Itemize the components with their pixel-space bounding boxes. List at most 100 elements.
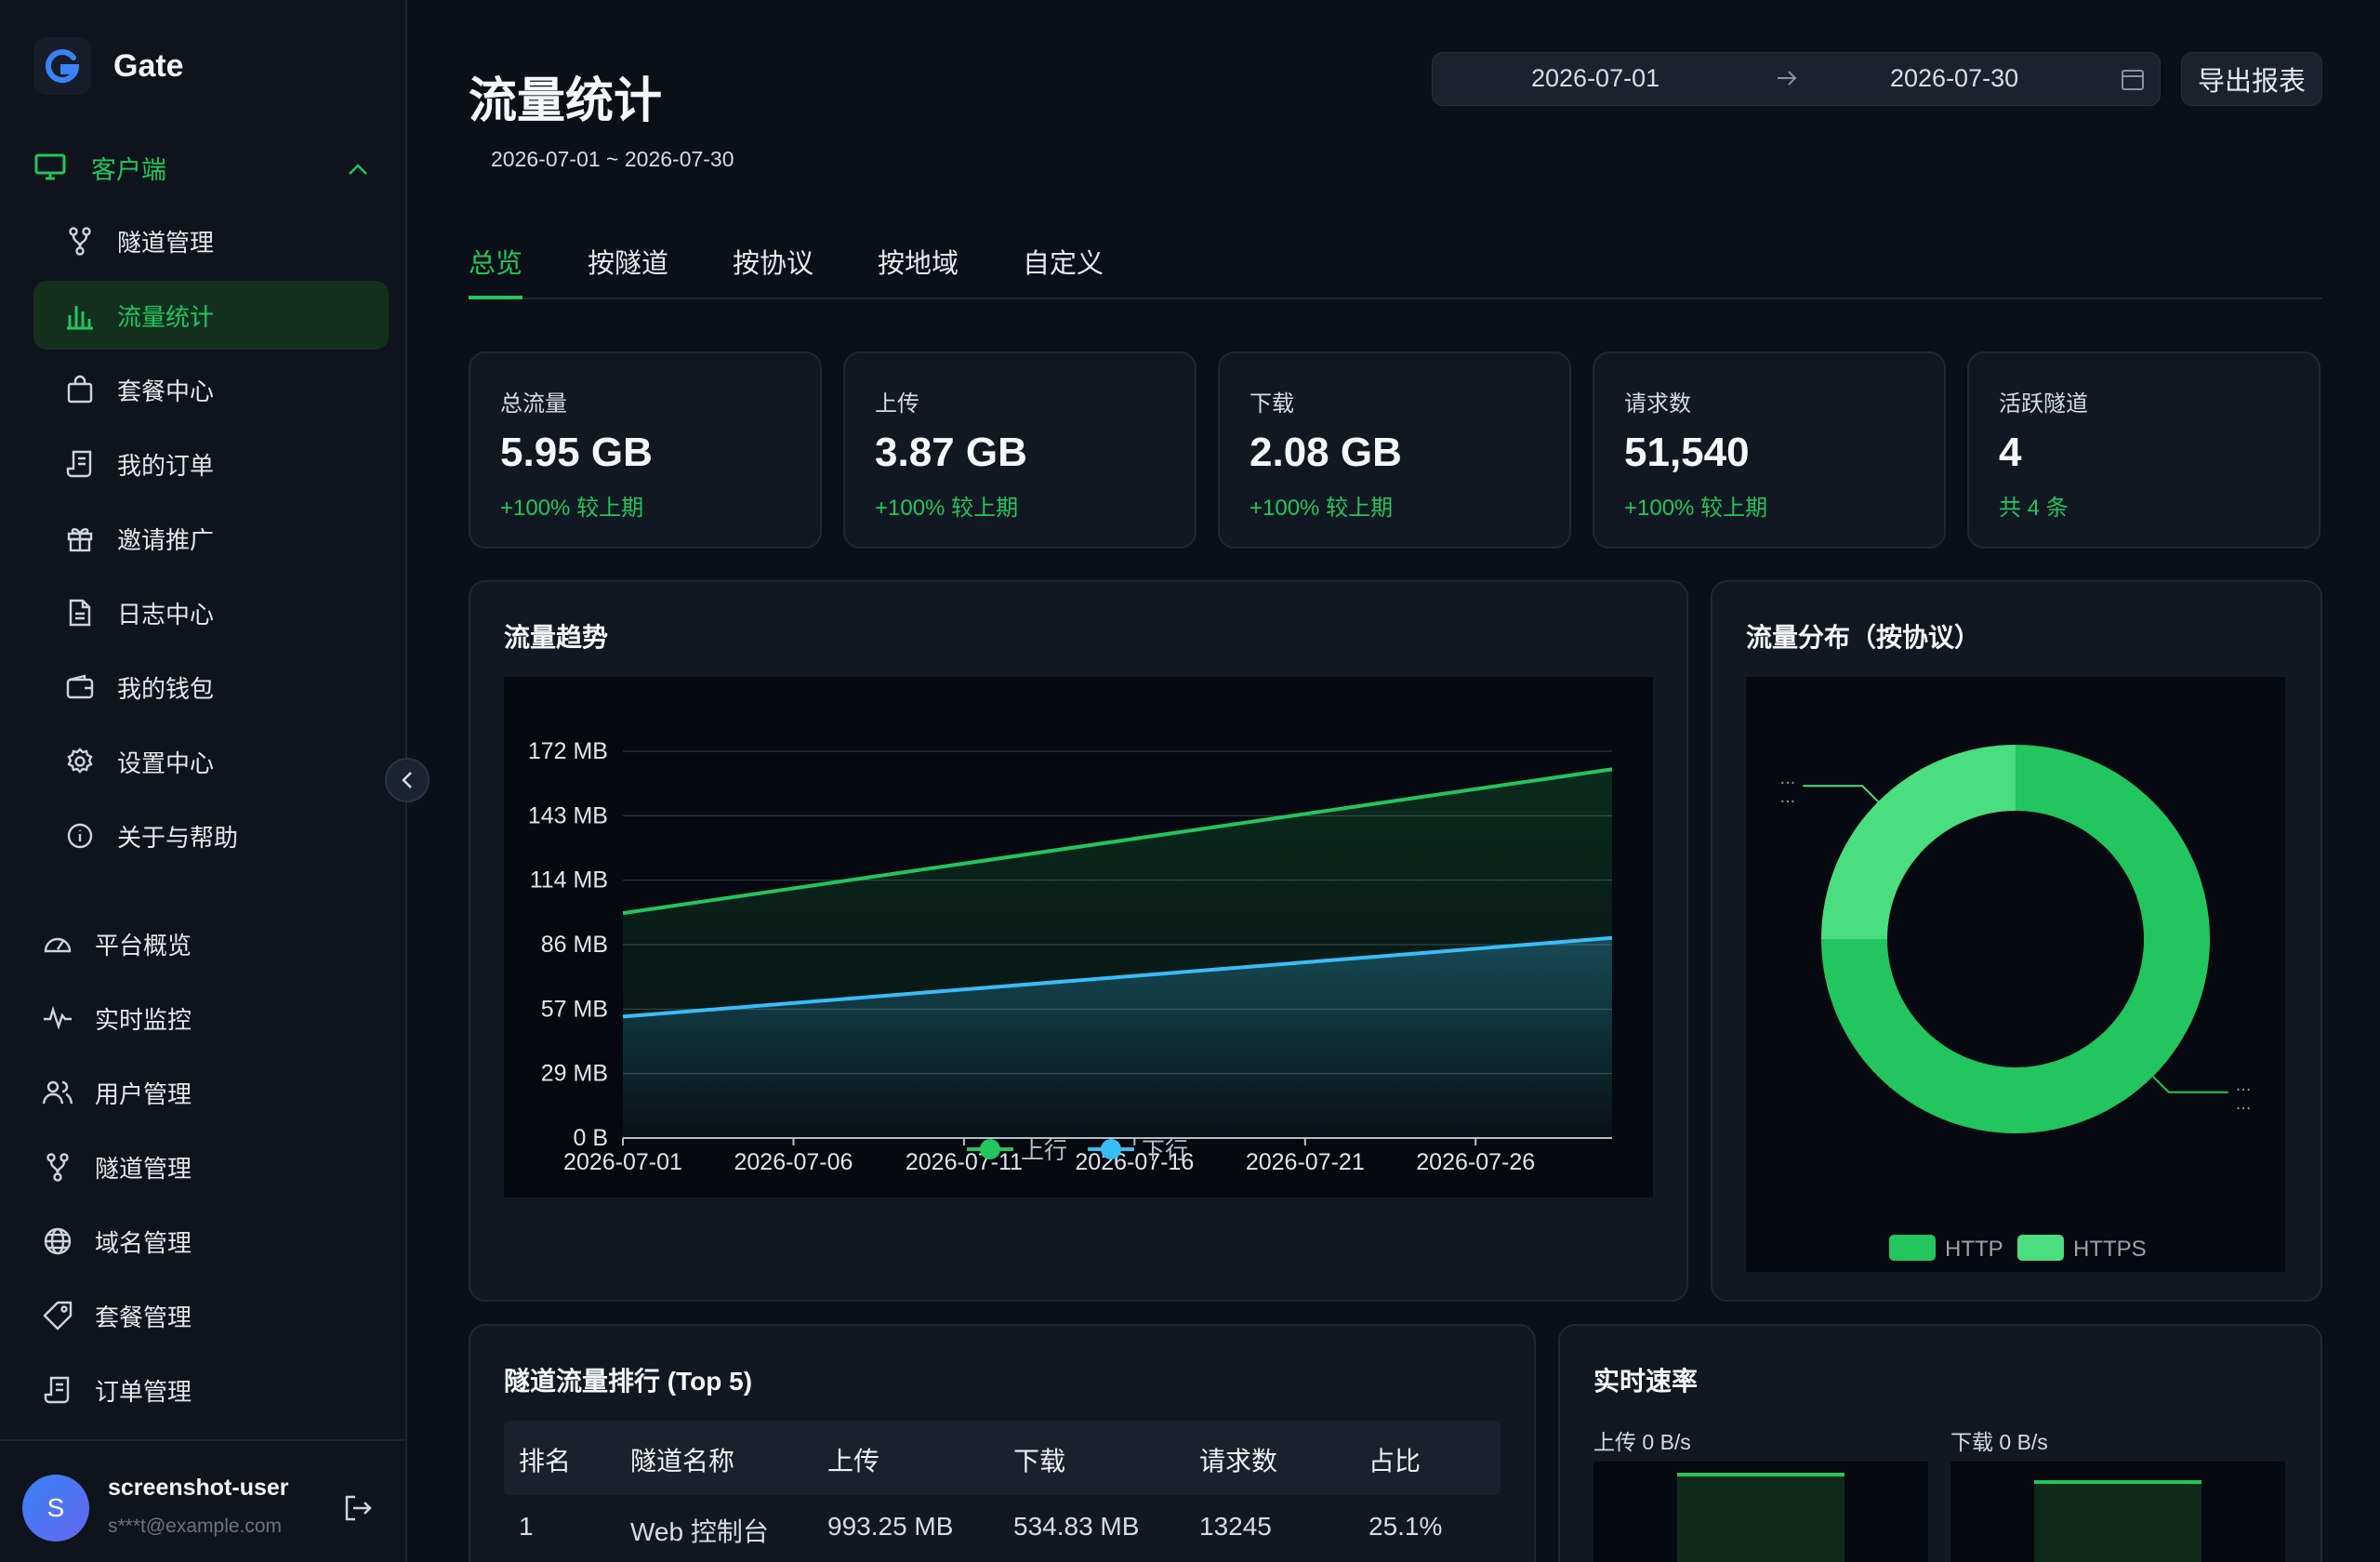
tab-overview[interactable]: 总览 — [469, 242, 523, 299]
legend-label: 上行 — [1021, 1138, 1067, 1164]
sidebar-item-label: 我的订单 — [117, 451, 215, 480]
stat-value: 5.95 GB — [500, 430, 653, 475]
sidebar-item-label: 套餐中心 — [117, 377, 215, 405]
document-icon — [63, 596, 97, 629]
chevron-up-icon — [348, 153, 368, 182]
x-tick-label: 2026-07-21 — [1246, 1149, 1365, 1175]
sidebar-item-7[interactable]: 订单管理 — [33, 1356, 389, 1424]
bag-icon — [63, 373, 97, 406]
panel-title: 流量趋势 — [504, 623, 609, 652]
x-tick-label: 2026-07-06 — [734, 1149, 853, 1175]
gift-icon — [63, 522, 97, 555]
stat-change: +100% 较上期 — [1624, 496, 1768, 521]
sidebar-item-2[interactable]: 实时监控 — [33, 984, 389, 1052]
date-from[interactable]: 2026-07-01 — [1531, 64, 1659, 93]
upload-rate-bar — [1677, 1473, 1844, 1562]
stat-label: 上传 — [875, 391, 919, 417]
export-report-button[interactable]: 导出报表 — [2181, 52, 2322, 106]
sidebar-group-label: 客户端 — [91, 155, 166, 184]
upload-rate-label: 上传 0 B/s — [1593, 1430, 1691, 1454]
leader-line — [2152, 1076, 2228, 1093]
traffic-trend-panel: 流量趋势 0 B 29 MB 57 MB 86 MB 114 MB 143 MB 172 M… — [469, 580, 1688, 1302]
sidebar-item-1[interactable]: 平台概览 — [33, 909, 389, 978]
tunnel-ranking-panel: 隧道流量排行 (Top 5) 排名 隧道名称 上传 下载 请求数 占比 1 We… — [469, 1324, 1536, 1562]
cell-rank: 1 — [519, 1512, 534, 1541]
app-logo[interactable]: Gate — [33, 37, 184, 95]
tab-custom[interactable]: 自定义 — [1023, 242, 1104, 299]
date-range-picker[interactable]: 2026-07-01 2026-07-30 — [1432, 52, 2161, 106]
sidebar-item-label: 流量统计 — [117, 302, 215, 331]
collapse-sidebar-button[interactable] — [385, 758, 430, 802]
wallet-icon — [63, 670, 97, 704]
sidebar-item-4[interactable]: 隧道管理 — [33, 1132, 389, 1201]
sidebar-item-3[interactable]: 用户管理 — [33, 1058, 389, 1127]
column-header[interactable]: 排名 — [519, 1441, 571, 1478]
sidebar-subitem-5[interactable]: 邀请推广 — [33, 504, 389, 573]
stat-card-upload: 上传 3.87 GB +100% 较上期 — [843, 351, 1197, 549]
column-header[interactable]: 占比 — [1368, 1441, 1421, 1478]
receipt-icon — [63, 447, 97, 481]
y-tick-label: 57 MB — [541, 996, 608, 1022]
sidebar-item-6[interactable]: 套餐管理 — [33, 1281, 389, 1350]
stat-label: 请求数 — [1624, 391, 1691, 417]
sidebar-subitem-8[interactable]: 设置中心 — [33, 727, 389, 796]
date-to[interactable]: 2026-07-30 — [1890, 64, 2018, 93]
avatar[interactable]: S — [22, 1475, 89, 1542]
sidebar-item-label: 我的钱包 — [117, 674, 215, 703]
sidebar-item-label: 隧道管理 — [117, 228, 215, 257]
cell-download: 534.83 MB — [1013, 1512, 1140, 1541]
globe-icon — [41, 1224, 74, 1258]
sidebar-subitem-1[interactable]: 隧道管理 — [33, 206, 389, 275]
sidebar-item-label: 套餐管理 — [95, 1303, 192, 1331]
sidebar-item-5[interactable]: 域名管理 — [33, 1207, 389, 1276]
y-tick-label: 86 MB — [541, 932, 608, 958]
protocol-distribution-panel: 流量分布（按协议） ............ HTTP HTTPS — [1711, 580, 2322, 1302]
sidebar-subitem-9[interactable]: 关于与帮助 — [33, 801, 389, 870]
stat-change: +100% 较上期 — [1250, 496, 1394, 521]
column-header[interactable]: 隧道名称 — [630, 1441, 734, 1478]
sidebar-item-label: 邀请推广 — [117, 525, 215, 554]
stat-value: 2.08 GB — [1250, 430, 1402, 475]
stat-card-active-tunnels: 活跃隧道 4 共 4 条 — [1967, 351, 2320, 549]
download-rate-chart — [1950, 1462, 2285, 1562]
sidebar-group-client[interactable]: 客户端 — [33, 141, 377, 193]
tab-by-region[interactable]: 按地域 — [878, 242, 959, 299]
stat-value: 51,540 — [1624, 430, 1750, 475]
info-icon — [63, 819, 97, 853]
stat-card-requests: 请求数 51,540 +100% 较上期 — [1593, 351, 1946, 549]
sidebar-item-label: 隧道管理 — [95, 1154, 192, 1183]
column-header[interactable]: 上传 — [827, 1441, 879, 1478]
tab-by-tunnel[interactable]: 按隧道 — [588, 242, 668, 299]
leader-line — [1803, 785, 1879, 802]
upload-rate-chart — [1593, 1462, 1928, 1562]
y-tick-label: 0 B — [573, 1125, 608, 1151]
x-tick-label: 2026-07-11 — [906, 1149, 1023, 1175]
tab-by-protocol[interactable]: 按协议 — [733, 242, 813, 299]
sidebar-item-label: 平台概览 — [95, 931, 192, 960]
sidebar-item-label: 日志中心 — [117, 600, 215, 629]
sidebar-subitem-2[interactable]: 流量统计 — [33, 281, 389, 350]
user-panel: S screenshot-user s***t@example.com — [0, 1439, 407, 1562]
trend-chart-area: 0 B 29 MB 57 MB 86 MB 114 MB 143 MB 172 MB 2026… — [504, 677, 1653, 1198]
sidebar-subitem-4[interactable]: 我的订单 — [33, 430, 389, 498]
stat-value: 4 — [1999, 430, 2022, 475]
sidebar-item-label: 用户管理 — [95, 1079, 192, 1108]
y-tick-label: 172 MB — [528, 738, 608, 764]
user-email: s***t@example.com — [108, 1516, 283, 1537]
stat-change: 共 4 条 — [1999, 496, 2069, 521]
app-name: Gate — [113, 47, 184, 84]
sidebar-item-label: 实时监控 — [95, 1005, 192, 1034]
tab-bar: 总览 按隧道 按协议 按地域 自定义 — [469, 232, 2322, 299]
column-header[interactable]: 下载 — [1013, 1441, 1065, 1478]
logout-icon[interactable] — [342, 1493, 374, 1528]
arrow-right-icon — [1775, 66, 1799, 97]
legend-swatch — [1889, 1235, 1936, 1261]
users-icon — [41, 1076, 74, 1109]
legend-swatch — [2017, 1235, 2064, 1261]
column-header[interactable]: 请求数 — [1199, 1441, 1277, 1478]
sidebar-subitem-3[interactable]: 套餐中心 — [33, 355, 389, 424]
sidebar-subitem-7[interactable]: 我的钱包 — [33, 653, 389, 721]
sidebar-subitem-6[interactable]: 日志中心 — [33, 578, 389, 647]
distribution-chart-area: ............ HTTP HTTPS — [1746, 677, 2285, 1272]
calendar-icon — [2121, 68, 2145, 99]
